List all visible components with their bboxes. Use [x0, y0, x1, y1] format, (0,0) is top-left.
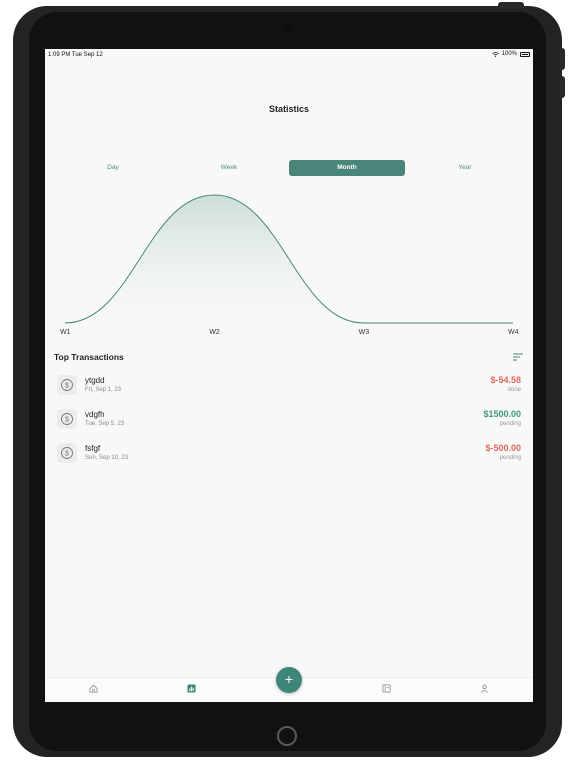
dollar-icon: $ — [57, 375, 77, 395]
status-time: 1:09 PM Tue Sep 12 — [48, 52, 103, 58]
list-item[interactable]: $ fsfgf Sun, Sep 10, 23 $-500.00 pending — [57, 442, 521, 470]
transaction-name: ytgdd — [85, 376, 105, 385]
tab-month[interactable]: Month — [289, 160, 405, 176]
statistics-chart — [64, 194, 513, 324]
home-icon[interactable] — [89, 684, 98, 693]
transaction-amount: $-54.58 — [490, 375, 521, 385]
wallet-icon[interactable] — [382, 684, 391, 693]
tab-week[interactable]: Week — [171, 160, 287, 176]
status-right: 100% — [491, 51, 530, 57]
tab-year[interactable]: Year — [407, 160, 523, 176]
transaction-name: vdgfh — [85, 410, 105, 419]
transaction-date: Tue, Sep 5, 23 — [85, 421, 125, 427]
tab-day[interactable]: Day — [55, 160, 171, 176]
svg-text:$: $ — [65, 451, 69, 458]
transaction-status: done — [507, 387, 521, 393]
transaction-amount: $-500.00 — [485, 443, 521, 453]
profile-icon[interactable] — [480, 684, 489, 693]
list-item[interactable]: $ ytgdd Fri, Sep 1, 23 $-54.58 done — [57, 374, 521, 402]
transaction-date: Fri, Sep 1, 23 — [85, 387, 122, 393]
volume-down-button — [560, 76, 565, 98]
list-item[interactable]: $ vdgfh Tue, Sep 5, 23 $1500.00 pending — [57, 408, 521, 436]
camera — [284, 26, 290, 32]
x-tick-label-w1: W1 — [60, 329, 71, 336]
transaction-name: fsfgf — [85, 444, 101, 453]
filter-icon[interactable] — [513, 353, 523, 361]
transaction-status: pending — [499, 421, 521, 427]
transaction-date: Sun, Sep 10, 23 — [85, 455, 129, 461]
page-title: Statistics — [268, 104, 310, 114]
dollar-icon: $ — [57, 409, 77, 429]
app-screen: 1:09 PM Tue Sep 12 100% Statistics Day W… — [45, 49, 533, 702]
volume-up-button — [560, 48, 565, 70]
x-tick-label-w3: W3 — [358, 329, 370, 336]
chart-icon[interactable] — [187, 684, 196, 693]
period-selector: Day Week Month Year — [55, 160, 523, 176]
section-title: Top Transactions — [54, 352, 124, 362]
status-bar: 1:09 PM Tue Sep 12 100% — [45, 49, 533, 61]
home-hardware-button[interactable] — [277, 726, 297, 746]
svg-text:$: $ — [65, 383, 69, 390]
transaction-amount: $1500.00 — [483, 409, 521, 419]
wifi-icon — [491, 51, 499, 57]
transaction-status: pending — [499, 455, 521, 461]
battery-percent: 100% — [501, 51, 517, 57]
add-transaction-button[interactable]: + — [276, 667, 302, 693]
x-tick-label-w4: W4 — [508, 329, 519, 336]
svg-text:$: $ — [65, 417, 69, 424]
battery-icon — [520, 51, 530, 57]
x-tick-label-w2: W2 — [209, 329, 220, 336]
dollar-icon: $ — [57, 443, 77, 463]
power-button — [498, 2, 524, 8]
